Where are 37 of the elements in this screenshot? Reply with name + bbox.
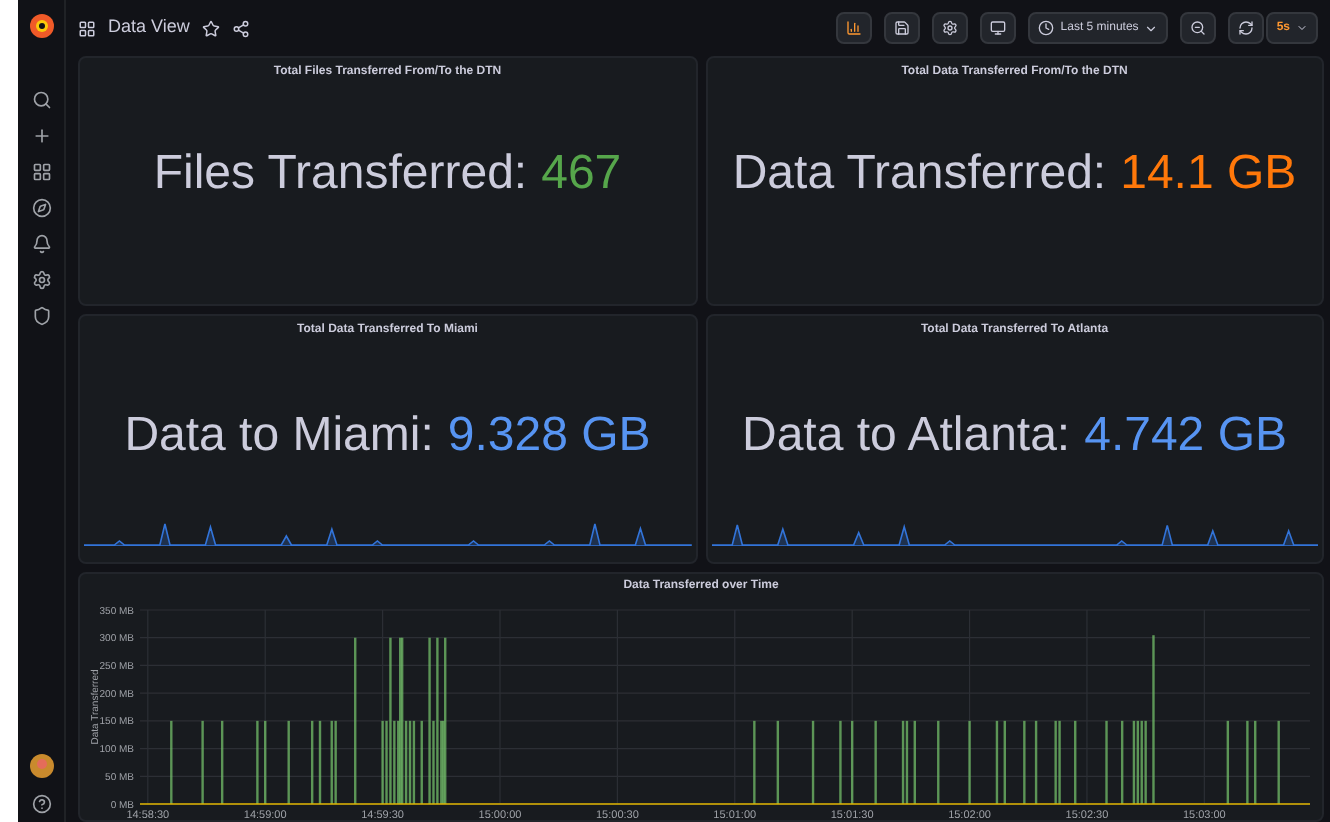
search-icon[interactable] [31, 90, 51, 110]
stat-label: Data to Miami: [124, 405, 434, 465]
bar-chart-icon [846, 20, 863, 36]
dashboard-title[interactable]: Data View [108, 14, 190, 42]
plus-icon[interactable] [31, 126, 51, 146]
logo-icon[interactable] [25, 10, 57, 42]
save-icon [894, 20, 911, 36]
stat-label: Data to Atlanta: [741, 405, 1071, 465]
monitor-icon [990, 20, 1007, 36]
star-icon[interactable] [201, 19, 220, 37]
stat-value: 9.328 GB [447, 405, 651, 465]
caret-icon [1296, 22, 1308, 34]
grid-icon[interactable] [31, 162, 51, 182]
compass-icon[interactable] [31, 198, 51, 218]
refresh-icon [1238, 20, 1255, 36]
stat-label: Data Transferred: [732, 143, 1107, 203]
add-panel-button[interactable] [836, 12, 873, 44]
help-icon[interactable] [31, 794, 51, 814]
stat-label: Files Transferred: [153, 143, 528, 203]
tv-mode-button[interactable] [980, 12, 1017, 44]
save-button[interactable] [884, 12, 921, 44]
bell-icon[interactable] [31, 234, 51, 254]
settings-button[interactable] [932, 12, 969, 44]
zoom-out-icon [1190, 20, 1207, 36]
avatar-icon[interactable] [29, 754, 53, 778]
settings-icon [942, 20, 959, 36]
caret-icon [1144, 21, 1159, 35]
settings-icon[interactable] [31, 270, 51, 290]
stat-value: 467 [541, 143, 622, 203]
dashboard-icon [78, 19, 96, 37]
stat-value: 14.1 GB [1120, 143, 1297, 203]
share-icon[interactable] [231, 19, 250, 37]
stat-value: 4.742 GB [1084, 405, 1287, 465]
refresh-button[interactable] [1228, 12, 1265, 44]
zoom-out-button[interactable] [1180, 12, 1217, 44]
shield-icon[interactable] [31, 306, 51, 326]
clock-icon [1038, 20, 1055, 36]
